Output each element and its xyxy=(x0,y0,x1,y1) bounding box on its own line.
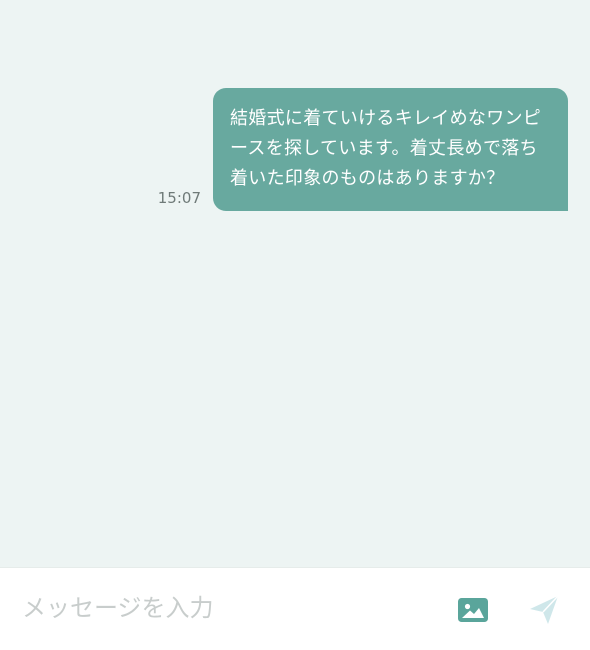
chat-screen: 15:07 結婚式に着ていけるキレイめなワンピースを探しています。着丈長めで落ち… xyxy=(0,0,590,650)
send-button[interactable] xyxy=(526,592,562,628)
message-composer xyxy=(0,567,590,650)
attach-image-button[interactable] xyxy=(455,592,491,628)
send-icon xyxy=(530,595,559,624)
message-input[interactable] xyxy=(22,588,422,628)
image-icon xyxy=(458,598,488,622)
message-bubble: 結婚式に着ていけるキレイめなワンピースを探しています。着丈長めで落ち着いた印象の… xyxy=(213,88,568,211)
message-timestamp: 15:07 xyxy=(157,189,201,207)
message-row-outgoing: 15:07 結婚式に着ていけるキレイめなワンピースを探しています。着丈長めで落ち… xyxy=(158,88,568,211)
message-list[interactable]: 15:07 結婚式に着ていけるキレイめなワンピースを探しています。着丈長めで落ち… xyxy=(0,0,590,567)
